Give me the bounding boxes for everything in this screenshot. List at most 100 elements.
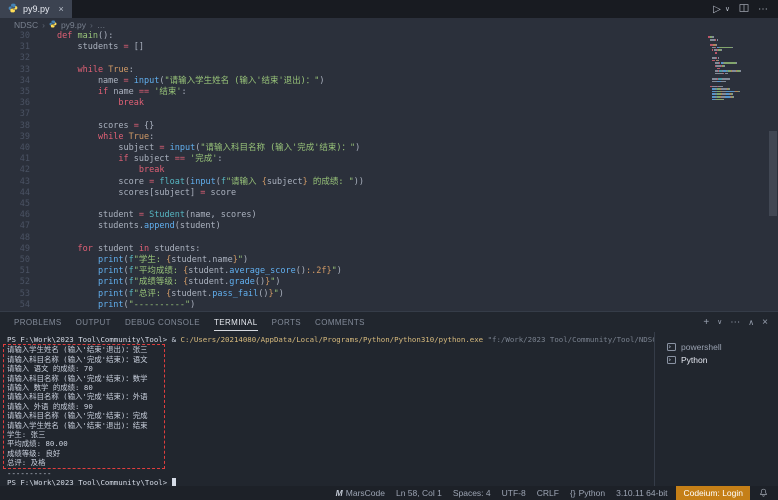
panel-tab-debug-console[interactable]: DEBUG CONSOLE (125, 314, 200, 331)
terminal-line: 请输入科目名称 (输入'完成'结束)：数学 (7, 374, 164, 383)
status-label: Ln 58, Col 1 (396, 488, 442, 498)
minimap[interactable] (708, 33, 764, 100)
terminal-line: 请输入 外语 的成绩: 90 (7, 402, 164, 411)
code-line (40, 233, 364, 244)
code-line: students = [] (40, 42, 364, 53)
panel-more-icon[interactable]: ⋯ (730, 317, 740, 328)
code-content[interactable]: def main(): students = [] while True: na… (40, 31, 364, 311)
minimap-line (708, 82, 764, 84)
chevron-right-icon: › (42, 20, 45, 30)
terminal-instance-powershell[interactable]: powershell (655, 340, 778, 353)
line-number: 41 (0, 154, 30, 165)
run-python-file-button[interactable]: ▷ (713, 4, 721, 15)
code-line (40, 109, 364, 120)
line-number: 49 (0, 244, 30, 255)
breadcrumb[interactable]: NDSC › py9.py › … (0, 18, 778, 31)
line-number: 39 (0, 132, 30, 143)
vscode-window: py9.py × ▷ ∨ ⋯ NDSC › py9.py › … 3031323… (0, 0, 778, 500)
python-file-icon (49, 20, 57, 30)
terminal-line: 成绩等级: 良好 (7, 449, 164, 458)
code-line: score = float(input(f"请输入 {subject} 的成绩:… (40, 177, 364, 188)
code-line: print(f"学生: {student.name}") (40, 255, 364, 266)
terminal-line: PS F:\Work\2023 Tool\Community\Tool> & C… (7, 335, 654, 344)
breadcrumb-symbol[interactable]: … (97, 20, 106, 30)
line-number: 30 (0, 31, 30, 42)
editor-scrollbar[interactable] (768, 31, 778, 311)
editor-tab-bar: py9.py × ▷ ∨ ⋯ (0, 0, 778, 18)
status-python-version[interactable]: 3.10.11 64-bit (614, 486, 669, 500)
status-label: UTF-8 (502, 488, 526, 498)
panel-tab-ports[interactable]: PORTS (272, 314, 301, 331)
line-number: 54 (0, 300, 30, 311)
panel-tab-problems[interactable]: PROBLEMS (14, 314, 62, 331)
terminal-line: 请输入 数学 的成绩: 80 (7, 383, 164, 392)
marscode-icon: M (336, 488, 343, 498)
code-line: print(f"平均成绩: {student.average_score():.… (40, 266, 364, 277)
minimap-line (708, 33, 764, 35)
tab-py9py[interactable]: py9.py × (0, 0, 72, 18)
status-eol[interactable]: CRLF (535, 486, 561, 500)
status-marscode[interactable]: MMarsCode (334, 486, 387, 500)
bottom-panel: PROBLEMS OUTPUT DEBUG CONSOLE TERMINAL PORTS… (0, 311, 778, 486)
code-line: student = Student(name, scores) (40, 210, 364, 221)
status-notifications-bell[interactable] (757, 486, 770, 500)
code-line: if subject == '完成': (40, 154, 364, 165)
code-line: if name == '结束': (40, 87, 364, 98)
terminal-line: 总评: 及格 (7, 458, 164, 467)
terminal-instance-python[interactable]: Python (655, 353, 778, 366)
split-editor-icon[interactable] (739, 3, 749, 16)
code-line: break (40, 165, 364, 176)
chevron-right-icon: › (90, 20, 93, 30)
terminal-line: 请输入学生姓名 (输入'结束'退出)：结束 (7, 421, 164, 430)
tab-close-icon[interactable]: × (59, 4, 64, 14)
terminal-line: 请输入科目名称 (输入'完成'结束)：外语 (7, 392, 164, 401)
close-panel-icon[interactable]: × (762, 317, 768, 328)
code-line: name = input("请输入学生姓名 (输入'结束'退出)：") (40, 76, 364, 87)
code-editor[interactable]: 3031323334353637383940414243444546474849… (0, 31, 778, 311)
status-label: Python (579, 488, 605, 498)
scrollbar-thumb[interactable] (769, 131, 777, 216)
status-language-mode[interactable]: {}Python (568, 486, 607, 500)
line-number: 43 (0, 177, 30, 188)
panel-header: PROBLEMS OUTPUT DEBUG CONSOLE TERMINAL PORTS… (0, 312, 778, 332)
terminal-output[interactable]: PS F:\Work\2023 Tool\Community\Tool> & C… (0, 332, 654, 486)
breadcrumb-folder[interactable]: NDSC (14, 20, 38, 30)
terminal-profile-dropdown-icon[interactable]: ∨ (717, 318, 722, 326)
line-number: 37 (0, 109, 30, 120)
status-indentation[interactable]: Spaces: 4 (451, 486, 493, 500)
panel-tab-output[interactable]: OUTPUT (76, 314, 111, 331)
maximize-panel-icon[interactable]: ∧ (748, 318, 754, 327)
editor-actions: ▷ ∨ ⋯ (713, 0, 778, 18)
code-line: def main(): (40, 31, 364, 42)
line-number: 34 (0, 76, 30, 87)
status-label: MarsCode (346, 488, 385, 498)
line-number: 44 (0, 188, 30, 199)
minimap-line (708, 36, 764, 38)
panel-tab-comments[interactable]: COMMENTS (315, 314, 365, 331)
line-number: 38 (0, 121, 30, 132)
terminal-icon (667, 343, 676, 351)
code-line: scores = {} (40, 121, 364, 132)
panel-tab-terminal[interactable]: TERMINAL (214, 314, 258, 331)
new-terminal-icon[interactable]: + (703, 317, 709, 328)
python-file-icon (8, 3, 18, 15)
line-number: 47 (0, 221, 30, 232)
more-actions-icon[interactable]: ⋯ (758, 4, 768, 15)
terminal-icon (667, 356, 676, 364)
line-number: 53 (0, 289, 30, 300)
terminal-instance-list: powershellPython (654, 332, 778, 486)
status-codeium-login[interactable]: Codeium: Login (676, 486, 750, 500)
status-bar: MMarsCode Ln 58, Col 1 Spaces: 4 UTF-8 CRLF {… (0, 486, 778, 500)
line-number: 40 (0, 143, 30, 154)
terminal-line: 请输入科目名称 (输入'完成'结束)：语文 (7, 355, 164, 364)
status-cursor-position[interactable]: Ln 58, Col 1 (394, 486, 444, 500)
terminal-line: 平均成绩: 80.00 (7, 439, 164, 448)
status-label: Codeium: Login (683, 488, 743, 498)
code-line: students.append(student) (40, 221, 364, 232)
run-dropdown-icon[interactable]: ∨ (725, 5, 730, 13)
line-number: 33 (0, 65, 30, 76)
status-label: Spaces: 4 (453, 488, 491, 498)
breadcrumb-file[interactable]: py9.py (61, 20, 86, 30)
terminal-line: 请输入 语文 的成绩: 70 (7, 364, 164, 373)
status-encoding[interactable]: UTF-8 (500, 486, 528, 500)
